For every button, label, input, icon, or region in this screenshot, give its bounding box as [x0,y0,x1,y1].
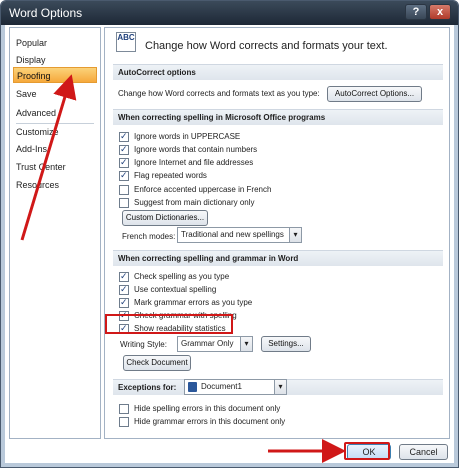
hide-grammar-checkbox[interactable] [119,417,129,427]
title-bar[interactable]: Word Options ? x [1,1,458,25]
word-options-window: Word Options ? x Popular Display Proofin… [0,0,459,468]
section-spelling-word: When correcting spelling and grammar in … [113,250,443,266]
chevron-down-icon: ▾ [289,228,301,242]
nav-item-display[interactable]: Display [16,52,46,68]
dialog-client: Popular Display Proofing Save Advanced C… [5,25,454,463]
mark-grammar-label: Mark grammar errors as you type [134,298,253,307]
check-spelling-label: Check spelling as you type [134,272,230,281]
contextual-spelling-label: Use contextual spelling [134,285,217,294]
section-spelling-office: When correcting spelling in Microsoft Of… [113,109,443,125]
nav-item-add-ins[interactable]: Add-Ins [16,141,47,157]
proofing-abc-icon: ABC [116,32,136,52]
contextual-spelling-checkbox[interactable] [119,284,129,295]
panel-heading: Change how Word corrects and formats you… [145,40,388,52]
ignore-uppercase-checkbox[interactable] [119,131,129,142]
nav-item-proofing[interactable]: Proofing [13,67,97,83]
main-dictionary-checkbox[interactable] [119,198,129,208]
nav-item-advanced[interactable]: Advanced [16,105,56,121]
enforce-accented-label: Enforce accented uppercase in French [134,185,272,194]
hide-grammar-label: Hide grammar errors in this document onl… [134,417,286,426]
nav-item-save[interactable]: Save [16,86,37,102]
proofing-panel: ABC Change how Word corrects and formats… [104,27,450,439]
french-modes-select[interactable]: Traditional and new spellings ▾ [177,227,302,243]
options-nav: Popular Display Proofing Save Advanced C… [9,27,101,439]
flag-repeated-checkbox[interactable] [119,170,129,181]
autocorrect-label: Change how Word corrects and formats tex… [118,89,320,98]
autocorrect-options-button[interactable]: AutoCorrect Options... [327,86,422,102]
ignore-uppercase-label: Ignore words in UPPERCASE [134,132,241,141]
flag-repeated-label: Flag repeated words [134,171,207,180]
french-modes-label: French modes: [122,232,176,241]
hide-spelling-label: Hide spelling errors in this document on… [134,404,281,413]
nav-item-popular[interactable]: Popular [16,35,47,51]
nav-item-trust-center[interactable]: Trust Center [16,159,66,175]
window-title: Word Options [9,6,83,20]
ignore-internet-checkbox[interactable] [119,157,129,168]
section-autocorrect: AutoCorrect options [113,64,443,80]
writing-style-label: Writing Style: [120,340,167,349]
word-document-icon [188,382,197,392]
nav-item-resources[interactable]: Resources [16,177,59,193]
chevron-down-icon: ▾ [274,380,286,394]
ignore-internet-label: Ignore Internet and file addresses [134,158,254,167]
ignore-numbers-label: Ignore words that contain numbers [134,145,258,154]
close-icon[interactable]: x [429,4,451,20]
hide-spelling-checkbox[interactable] [119,404,129,414]
exceptions-label: Exceptions for: [118,383,177,392]
settings-button[interactable]: Settings... [261,336,311,352]
readability-highlight-box [105,314,233,334]
custom-dictionaries-button[interactable]: Custom Dictionaries... [122,210,208,226]
check-document-button[interactable]: Check Document [123,355,191,371]
help-button[interactable]: ? [405,4,427,20]
writing-style-value: Grammar Only [181,339,234,348]
check-spelling-checkbox[interactable] [119,271,129,282]
ok-highlight-box [344,442,390,460]
french-modes-value: Traditional and new spellings [181,230,284,239]
ignore-numbers-checkbox[interactable] [119,144,129,155]
exceptions-document-select[interactable]: Document1 ▾ [184,379,287,395]
enforce-accented-checkbox[interactable] [119,185,129,195]
cancel-button[interactable]: Cancel [399,444,448,460]
writing-style-select[interactable]: Grammar Only ▾ [177,336,253,352]
mark-grammar-checkbox[interactable] [119,297,129,308]
chevron-down-icon: ▾ [240,337,252,351]
nav-item-customize[interactable]: Customize [16,124,59,140]
main-dictionary-label: Suggest from main dictionary only [134,198,255,207]
